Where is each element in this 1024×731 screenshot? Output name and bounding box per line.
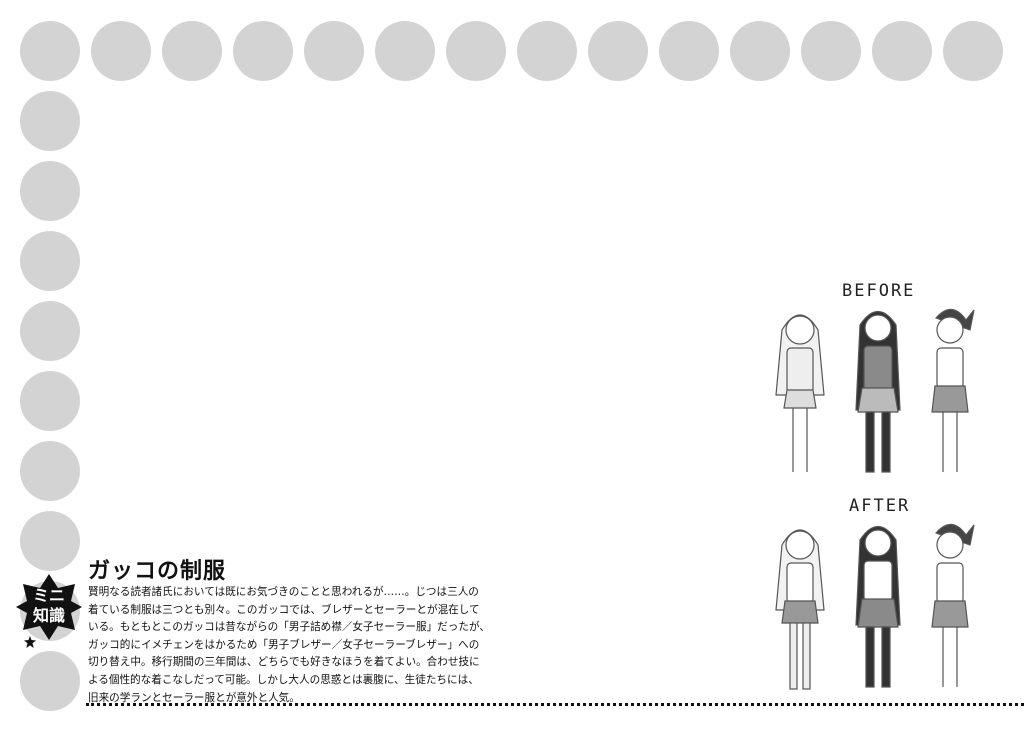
decorative-circle bbox=[659, 21, 719, 81]
decorative-circle bbox=[20, 231, 80, 291]
dotted-divider bbox=[86, 703, 1024, 706]
after-label: AFTER bbox=[849, 496, 911, 516]
section-paragraph: 賢明なる読者諸氏においては既にお気づきのことと思われるが……。じつは三人の 着て… bbox=[88, 584, 508, 707]
decorative-circle bbox=[20, 301, 80, 361]
decorative-circle bbox=[943, 21, 1003, 81]
decorative-circle bbox=[20, 21, 80, 81]
decorative-circle bbox=[304, 21, 364, 81]
badge-label-knowledge: 知識 bbox=[32, 606, 65, 625]
paragraph-line: 切り替え中。移行期間の三年間は、どちらでも好きなほうを着てよい。合わせ技に bbox=[88, 656, 480, 669]
decorative-circle bbox=[20, 651, 80, 711]
decorative-circle bbox=[517, 21, 577, 81]
decorative-circle bbox=[20, 161, 80, 221]
decorative-circle bbox=[20, 371, 80, 431]
paragraph-line: よる個性的な着こなしだって可能。しかし大人の思惑とは裏腹に、生徒たちには、 bbox=[88, 673, 479, 686]
decorative-circle bbox=[20, 441, 80, 501]
decorative-circle bbox=[20, 91, 80, 151]
decorative-circle bbox=[162, 21, 222, 81]
before-label: BEFORE bbox=[842, 281, 916, 301]
badge-label-mini: ミニ bbox=[32, 586, 65, 605]
uniform-before-illustration bbox=[775, 308, 975, 473]
paragraph-line: 着ている制服は三つとも別々。このガッコでは、ブレザーとセーラーとが混在して bbox=[88, 603, 480, 616]
star-bullet-icon bbox=[24, 636, 36, 648]
decorative-circle bbox=[872, 21, 932, 81]
decorative-circle bbox=[588, 21, 648, 81]
paragraph-line: いる。もともとこのガッコは昔ながらの「男子詰め襟／女子セーラー服」だったが、 bbox=[88, 621, 490, 634]
decorative-circle bbox=[91, 21, 151, 81]
decorative-circle bbox=[20, 511, 80, 571]
decorative-circle bbox=[233, 21, 293, 81]
decorative-circle bbox=[801, 21, 861, 81]
decorative-circle bbox=[730, 21, 790, 81]
uniform-after-illustration bbox=[775, 523, 975, 690]
paragraph-line: 賢明なる読者諸氏においては既にお気づきのことと思われるが……。じつは三人の bbox=[88, 586, 479, 598]
decorative-circle bbox=[375, 21, 435, 81]
decorative-circle bbox=[446, 21, 506, 81]
section-title: ガッコの制服 bbox=[88, 559, 227, 584]
paragraph-line: ガッコ的にイメチェンをはかるため「男子ブレザー／女子セーラーブレザー」への bbox=[88, 638, 480, 651]
